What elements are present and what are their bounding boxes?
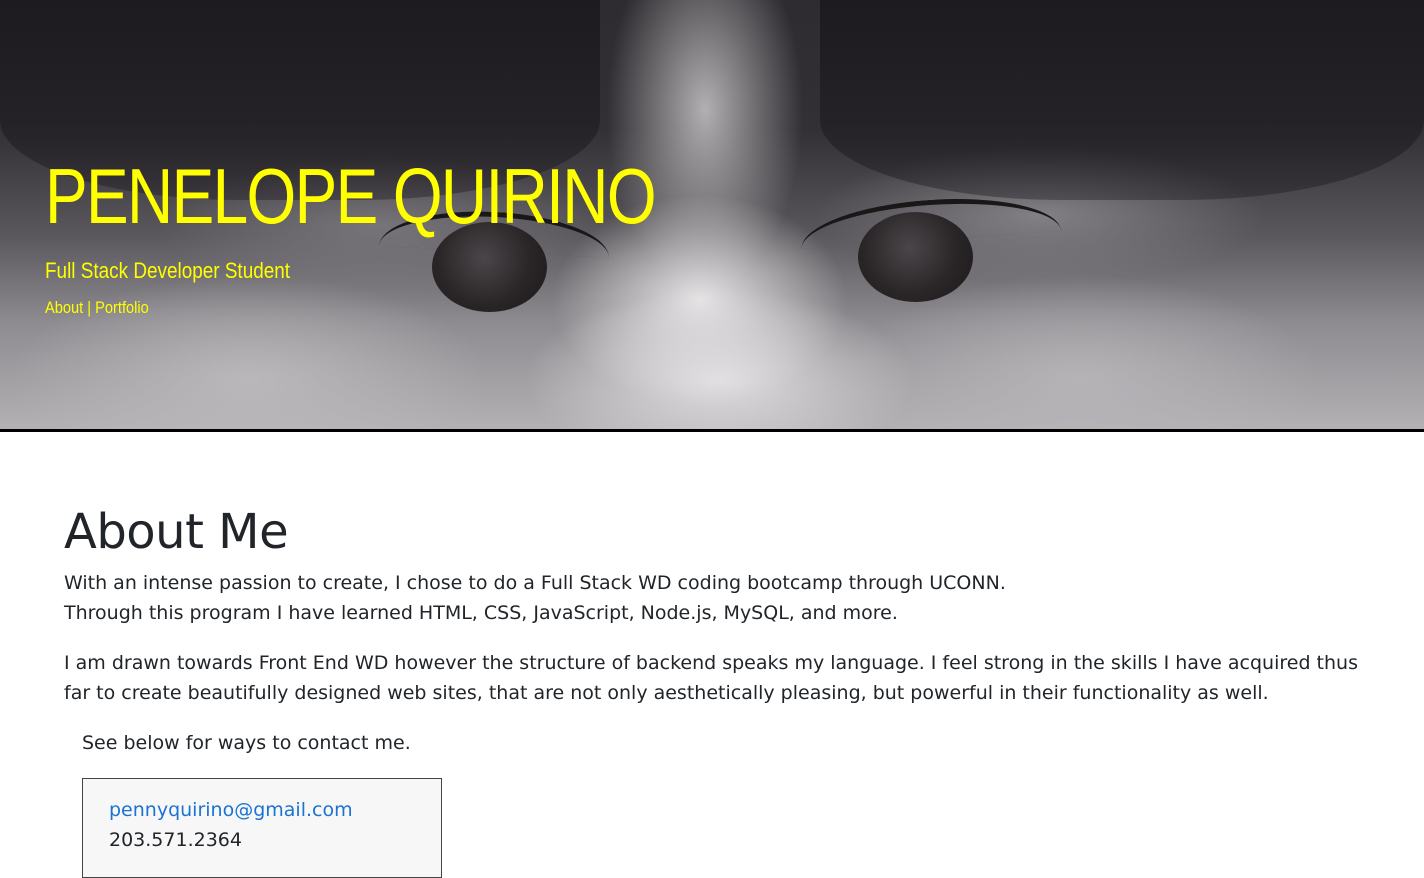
about-paragraph-1: With an intense passion to create, I cho…	[64, 568, 1384, 628]
contact-card: pennyquirino@gmail.com 203.571.2364	[82, 778, 442, 878]
site-subtitle: Full Stack Developer Student	[45, 258, 291, 283]
site-title: PENELOPE QUIRINO	[45, 152, 657, 240]
about-paragraph-1-line-2: Through this program I have learned HTML…	[64, 602, 898, 624]
contact-intro: See below for ways to contact me.	[82, 732, 411, 754]
hero-nav: About | Portfolio	[45, 298, 685, 318]
about-paragraph-2: I am drawn towards Front End WD however …	[64, 652, 1358, 704]
about-heading: About Me	[64, 504, 289, 560]
nav-link-portfolio[interactable]: Portfolio	[95, 298, 149, 317]
contact-phone: 203.571.2364	[109, 829, 242, 851]
nav-link-about[interactable]: About	[45, 298, 83, 317]
nav-separator: |	[83, 298, 96, 317]
hero-photo-hair-right	[820, 0, 1424, 200]
hero-text: PENELOPE QUIRINO Full Stack Developer St…	[45, 150, 789, 318]
hero-banner: PENELOPE QUIRINO Full Stack Developer St…	[0, 0, 1424, 429]
contact-email-link[interactable]: pennyquirino@gmail.com	[109, 795, 415, 825]
about-paragraph-1-line-1: With an intense passion to create, I cho…	[64, 572, 1006, 594]
hero-photo-eye-right	[858, 212, 973, 302]
about-section: About Me With an intense passion to crea…	[64, 432, 1384, 878]
